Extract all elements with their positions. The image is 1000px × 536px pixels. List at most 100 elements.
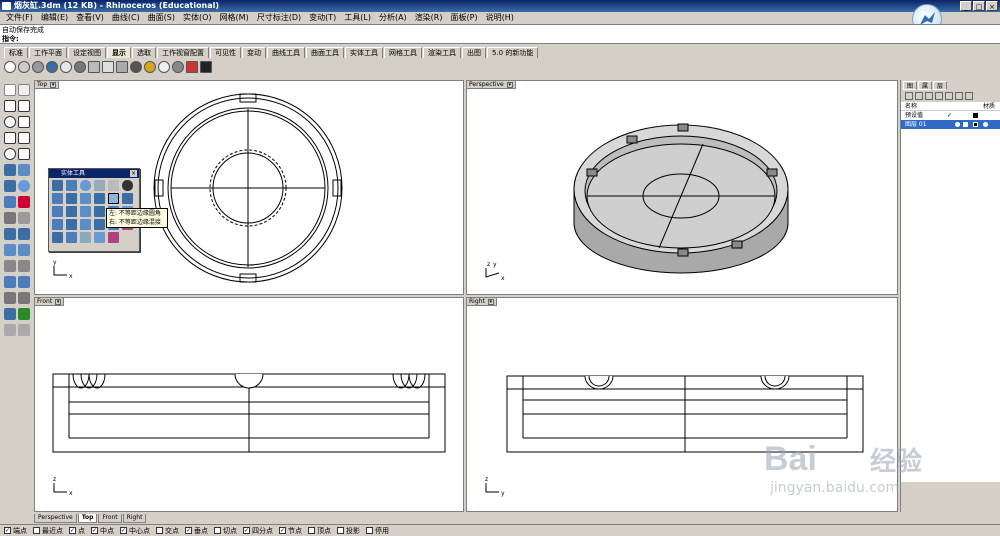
pen-icon[interactable] [102, 61, 114, 73]
layer-row[interactable]: 图层 01 [901, 120, 1000, 129]
osnap-checkbox[interactable]: ✓ [243, 527, 250, 534]
menu-tools[interactable]: 工具(L) [340, 12, 375, 24]
solid-check-icon[interactable] [108, 232, 119, 243]
solid-tools-title[interactable]: 实体工具 × [49, 169, 139, 178]
move-edge-icon[interactable] [94, 206, 105, 217]
osnap-checkbox[interactable]: ✓ [91, 527, 98, 534]
close-button[interactable]: × [986, 1, 998, 11]
surface-icon[interactable] [4, 164, 16, 176]
tab-mesh-tools[interactable]: 网格工具 [384, 47, 422, 58]
merge-faces-icon[interactable] [52, 232, 63, 243]
viewport-title-perspective[interactable]: Perspective ▾ [467, 81, 516, 89]
extrude-icon[interactable] [4, 196, 16, 208]
viewport-tab-perspective[interactable]: Perspective [34, 514, 77, 523]
split-icon[interactable] [18, 212, 30, 224]
shaded-icon[interactable] [18, 61, 30, 73]
viewport-perspective[interactable]: Perspective ▾ z y x [466, 80, 898, 295]
tab-layer[interactable]: 层 [933, 81, 948, 90]
layer-row[interactable]: 预设值 ✓ [901, 111, 1000, 120]
osnap-checkbox[interactable] [33, 527, 40, 534]
xray-icon[interactable] [60, 61, 72, 73]
menu-transform[interactable]: 变动(T) [305, 12, 340, 24]
boolean-intersection-icon[interactable] [80, 193, 91, 204]
menu-file[interactable]: 文件(F) [2, 12, 37, 24]
round-hole-icon[interactable] [66, 219, 77, 230]
viewport-tab-top[interactable]: Top [77, 514, 98, 523]
make-hole-icon[interactable] [52, 219, 63, 230]
rotate-icon[interactable] [4, 244, 16, 256]
osnap-item[interactable]: ✓ 点 [69, 526, 85, 536]
osnap-item[interactable]: ✓ 中点 [91, 526, 114, 536]
boolean-difference-icon[interactable] [66, 193, 77, 204]
menu-edit[interactable]: 编辑(E) [37, 12, 72, 24]
monitor-icon[interactable] [200, 61, 212, 73]
box-edge-icon[interactable] [52, 180, 63, 191]
move-icon[interactable] [4, 228, 16, 240]
circle-icon[interactable] [4, 116, 16, 128]
mesh-icon[interactable] [4, 308, 16, 320]
capture-icon[interactable] [116, 61, 128, 73]
point-icon[interactable] [18, 84, 30, 96]
text-solid-icon[interactable] [80, 232, 91, 243]
viewport-title-top[interactable]: Top ▾ [35, 81, 60, 89]
tab-select[interactable]: 选取 [132, 47, 156, 58]
osnap-checkbox[interactable]: ✓ [120, 527, 127, 534]
fillet-edge-icon[interactable] [108, 193, 119, 204]
delete-layer-icon[interactable] [925, 92, 933, 100]
tab-layers[interactable]: 图 [903, 81, 918, 90]
boolean-union-icon[interactable] [52, 193, 63, 204]
shell-icon[interactable] [66, 206, 77, 217]
box-icon[interactable] [4, 180, 16, 192]
copy-icon[interactable] [18, 228, 30, 240]
menu-panels[interactable]: 面板(P) [447, 12, 482, 24]
tab-standard[interactable]: 标准 [4, 47, 28, 58]
tab-set-view[interactable]: 设定视图 [68, 47, 106, 58]
lightbulb-icon[interactable] [955, 122, 960, 127]
sphere-tool-icon[interactable] [80, 180, 91, 191]
osnap-checkbox[interactable] [337, 527, 344, 534]
rotate-hole-icon[interactable] [94, 219, 105, 230]
viewport-title-front[interactable]: Front ▾ [35, 298, 65, 306]
osnap-item[interactable]: 停用 [366, 526, 389, 536]
boolean-split-icon[interactable] [94, 193, 105, 204]
boolean-icon[interactable] [18, 196, 30, 208]
tab-curve-tools[interactable]: 曲线工具 [267, 47, 305, 58]
command-prompt[interactable]: 指令: [0, 34, 1000, 44]
osnap-checkbox[interactable]: ✓ [4, 527, 11, 534]
rectangle-icon[interactable] [4, 132, 16, 144]
viewport-front[interactable]: Front ▾ z x [34, 297, 464, 512]
tab-display[interactable]: 显示 [107, 47, 131, 58]
close-icon[interactable]: × [130, 170, 137, 177]
osnap-item[interactable]: 交点 [156, 526, 179, 536]
layer-color-swatch[interactable] [973, 113, 978, 118]
osnap-checkbox[interactable] [308, 527, 315, 534]
osnap-item[interactable]: ✓ 节点 [279, 526, 302, 536]
viewport-title-right[interactable]: Right ▾ [467, 298, 497, 306]
chevron-down-icon[interactable]: ▾ [506, 81, 513, 88]
rendered-icon[interactable] [32, 61, 44, 73]
menu-solid[interactable]: 实体(O) [179, 12, 216, 24]
osnap-item[interactable]: ✓ 中心点 [120, 526, 150, 536]
tab-viewport-layout[interactable]: 工作视窗配置 [157, 47, 209, 58]
menu-help[interactable]: 说明(H) [482, 12, 518, 24]
osnap-item[interactable]: 最近点 [33, 526, 63, 536]
edit-solid-icon[interactable] [94, 232, 105, 243]
sphere-solid-icon[interactable] [18, 180, 30, 192]
chamfer-edge-icon[interactable] [122, 193, 133, 204]
menu-view[interactable]: 查看(V) [72, 12, 108, 24]
array-icon[interactable] [18, 260, 30, 272]
technical-icon[interactable] [74, 61, 86, 73]
move-up-icon[interactable] [935, 92, 943, 100]
split-face-icon[interactable] [66, 232, 77, 243]
tab-transform[interactable]: 变动 [242, 47, 266, 58]
layer-color-swatch[interactable] [973, 122, 978, 127]
join-icon[interactable] [18, 276, 30, 288]
menu-analyze[interactable]: 分析(A) [375, 12, 411, 24]
menu-surface[interactable]: 曲面(S) [144, 12, 179, 24]
material-icon[interactable] [983, 122, 988, 127]
sun-icon[interactable] [144, 61, 156, 73]
new-layer-icon[interactable] [905, 92, 913, 100]
offset-icon[interactable] [18, 148, 30, 160]
analyze-icon[interactable] [4, 324, 16, 336]
osnap-item[interactable]: ✓ 四分点 [243, 526, 273, 536]
